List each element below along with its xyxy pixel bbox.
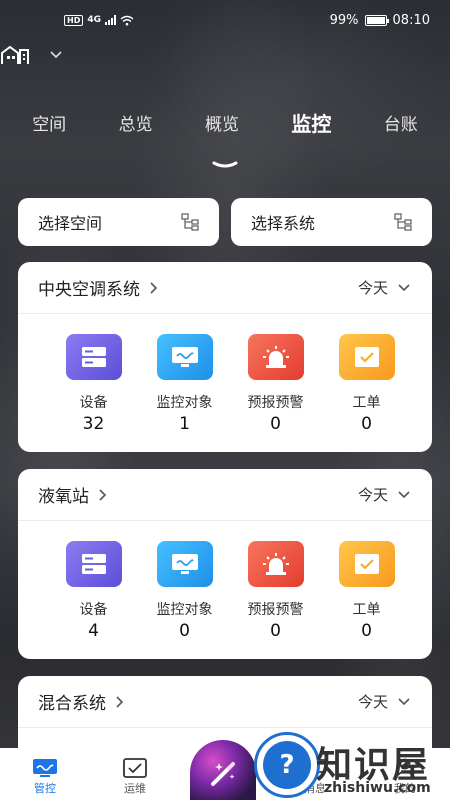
chevron-down-icon xyxy=(398,490,410,498)
stat-device[interactable]: 设备 4 xyxy=(48,541,139,641)
stat-monitor-object[interactable]: 监控对象 0 xyxy=(139,541,230,641)
card-stats: 设备 4 监控对象 0 预报预警 0 工单 0 xyxy=(18,521,432,641)
chevron-right-icon xyxy=(116,695,124,708)
card-title-link[interactable]: 液氧站 xyxy=(38,482,107,507)
card-header: 液氧站 今天 xyxy=(18,469,432,521)
stat-work-order[interactable]: 工单 0 xyxy=(321,334,412,434)
card-title: 液氧站 xyxy=(38,487,89,507)
top-tabs: 空间 总览 概览 监控 台账 xyxy=(0,108,450,137)
signal-icon xyxy=(105,15,116,25)
period-label: 今天 xyxy=(357,486,388,504)
monitor-icon xyxy=(156,541,213,587)
status-bar: HD 4G 99% 08:10 xyxy=(0,0,450,40)
tab-ledger[interactable]: 台账 xyxy=(384,110,418,135)
stat-value: 0 xyxy=(361,414,372,434)
system-card: 液氧站 今天 设备 4 监控对象 0 预报预警 0 工单 0 xyxy=(18,469,432,659)
chevron-down-icon xyxy=(398,283,410,291)
monitor-icon xyxy=(33,759,57,777)
chevron-right-icon xyxy=(99,488,107,501)
selectors: 选择空间 选择系统 xyxy=(18,198,432,246)
stat-label: 设备 xyxy=(79,395,108,411)
period-label: 今天 xyxy=(357,693,388,711)
stat-label: 监控对象 xyxy=(156,602,213,618)
alarm-icon xyxy=(247,334,304,380)
status-right: 99% 08:10 xyxy=(330,13,430,28)
period-label: 今天 xyxy=(357,279,388,297)
select-space-label: 选择空间 xyxy=(38,214,103,233)
period-dropdown[interactable]: 今天 xyxy=(358,691,410,712)
chevron-down-icon xyxy=(398,697,410,705)
stat-label: 预报预警 xyxy=(247,602,304,618)
card-header: 中央空调系统 今天 xyxy=(18,262,432,314)
stat-monitor-object[interactable]: 监控对象 1 xyxy=(139,334,230,434)
stat-value: 0 xyxy=(270,414,281,434)
stat-work-order[interactable]: 工单 0 xyxy=(321,541,412,641)
nav-maintenance[interactable]: 运维 xyxy=(90,748,180,796)
card-title-link[interactable]: 中央空调系统 xyxy=(38,275,158,300)
stat-alarm[interactable]: 预报预警 0 xyxy=(230,541,321,641)
battery-icon xyxy=(364,14,389,26)
stat-value: 32 xyxy=(82,414,105,434)
nav-control[interactable]: 管控 xyxy=(0,748,90,796)
tree-icon xyxy=(181,213,199,231)
checklist-icon xyxy=(338,541,395,587)
watermark: ? 知识屋 ® zhishiwu.com xyxy=(254,732,450,800)
stat-value: 0 xyxy=(361,621,372,641)
select-system-label: 选择系统 xyxy=(251,214,316,233)
card-title: 混合系统 xyxy=(38,694,106,714)
nav-label: 运维 xyxy=(124,782,146,795)
card-title-link[interactable]: 混合系统 xyxy=(38,689,124,714)
stat-alarm[interactable]: 预报预警 0 xyxy=(230,334,321,434)
tree-icon xyxy=(394,213,412,231)
building-icon[interactable] xyxy=(0,45,30,65)
system-card: 中央空调系统 今天 设备 32 监控对象 1 预报预警 0 工单 0 xyxy=(18,262,432,452)
select-system-button[interactable]: 选择系统 xyxy=(231,198,432,246)
magic-wand-icon xyxy=(211,762,235,786)
checklist-icon xyxy=(338,334,395,380)
server-icon xyxy=(65,334,122,380)
stat-label: 预报预警 xyxy=(247,395,304,411)
select-space-button[interactable]: 选择空间 xyxy=(18,198,219,246)
card-header: 混合系统 今天 xyxy=(18,676,432,728)
status-left: HD 4G xyxy=(64,14,134,26)
card-stats: 设备 32 监控对象 1 预报预警 0 工单 0 xyxy=(18,314,432,434)
stat-value: 0 xyxy=(270,621,281,641)
wifi-icon xyxy=(120,15,134,25)
hd-badge: HD xyxy=(64,14,84,26)
nav-label: 管控 xyxy=(34,782,56,795)
tab-monitor[interactable]: 监控 xyxy=(291,108,331,137)
tab-space[interactable]: 空间 xyxy=(32,110,66,135)
stat-device[interactable]: 设备 32 xyxy=(48,334,139,434)
monitor-icon xyxy=(156,334,213,380)
period-dropdown[interactable]: 今天 xyxy=(358,277,410,298)
alarm-icon xyxy=(247,541,304,587)
checkbox-icon xyxy=(123,758,147,778)
stat-value: 0 xyxy=(179,621,190,641)
watermark-question-icon: ? xyxy=(263,741,311,789)
tab-overview[interactable]: 概览 xyxy=(205,110,239,135)
clock: 08:10 xyxy=(392,12,430,28)
stat-label: 工单 xyxy=(352,602,381,618)
stat-label: 工单 xyxy=(352,395,381,411)
stat-label: 设备 xyxy=(79,602,108,618)
chevron-right-icon xyxy=(150,281,158,294)
stat-value: 1 xyxy=(179,414,190,434)
stat-label: 监控对象 xyxy=(156,395,213,411)
pull-handle-icon[interactable] xyxy=(212,160,238,170)
network-type: 4G xyxy=(87,15,101,25)
period-dropdown[interactable]: 今天 xyxy=(358,484,410,505)
watermark-url: zhishiwu.com xyxy=(324,780,431,796)
battery-percent: 99% xyxy=(329,12,359,28)
watermark-registered: ® xyxy=(438,736,449,749)
chevron-down-icon[interactable] xyxy=(50,49,62,61)
card-title: 中央空调系统 xyxy=(38,280,140,300)
watermark-logo: ? xyxy=(254,732,320,798)
stat-value: 4 xyxy=(88,621,99,641)
tab-overview-total[interactable]: 总览 xyxy=(119,110,153,135)
server-icon xyxy=(65,541,122,587)
header-row xyxy=(0,40,450,70)
